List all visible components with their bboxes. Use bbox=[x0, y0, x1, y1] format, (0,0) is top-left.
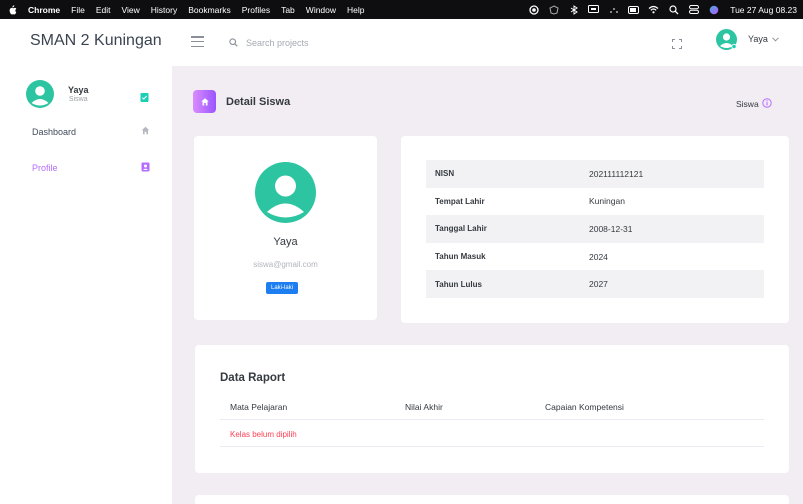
top-navbar: SMAN 2 Kuningan Yaya bbox=[0, 19, 803, 66]
search-icon bbox=[229, 34, 238, 52]
info-key: Tanggal Lahir bbox=[426, 215, 589, 243]
empty-class-message: Kelas belum dipilih bbox=[230, 430, 297, 439]
breadcrumb[interactable]: Siswa bbox=[736, 98, 772, 110]
info-key: NISN bbox=[426, 160, 589, 188]
sidebar-avatar-icon bbox=[26, 80, 54, 108]
student-profile-card: Yaya siswa@gmail.com Laki-laki bbox=[194, 136, 377, 320]
home-icon bbox=[141, 126, 150, 137]
bluetooth-icon[interactable] bbox=[568, 4, 579, 15]
mac-menu-bar: Chrome File Edit View History Bookmarks … bbox=[0, 0, 803, 19]
info-key: Tempat Lahir bbox=[435, 196, 485, 206]
gender-badge: Laki-laki bbox=[266, 282, 299, 294]
info-value: 2027 bbox=[589, 270, 764, 298]
user-avatar-icon[interactable] bbox=[716, 29, 737, 50]
menu-chrome[interactable]: Chrome bbox=[28, 5, 60, 15]
control-center-icon[interactable] bbox=[688, 5, 699, 15]
wifi-icon[interactable] bbox=[648, 5, 659, 15]
screen-icon[interactable] bbox=[588, 5, 600, 15]
student-info-table: NISN 202111112121 Tempat Lahir Kuningan … bbox=[426, 160, 764, 298]
raport-title: Data Raport bbox=[220, 372, 286, 384]
vpn-icon[interactable] bbox=[548, 4, 559, 15]
sidebar-item-label: Profile bbox=[32, 163, 58, 173]
sidebar-item-profile[interactable]: Profile bbox=[32, 162, 150, 174]
table-row: Tahun Lulus 2027 bbox=[426, 270, 764, 298]
menu-toggle-icon[interactable] bbox=[191, 36, 204, 47]
home-icon bbox=[193, 90, 216, 113]
menubar-status-area: Tue 27 Aug 08.23 bbox=[528, 0, 797, 19]
info-value: 2008-12-31 bbox=[589, 215, 764, 243]
info-key: Tahun Masuk bbox=[435, 252, 486, 262]
bookmark-check-icon bbox=[140, 89, 149, 102]
column-header-subject: Mata Pelajaran bbox=[230, 402, 288, 412]
menu-bookmarks[interactable]: Bookmarks bbox=[188, 5, 231, 15]
page-title: Detail Siswa bbox=[226, 95, 291, 108]
battery-icon[interactable] bbox=[628, 5, 640, 15]
menu-profiles[interactable]: Profiles bbox=[242, 5, 270, 15]
table-row: Tahun Masuk 2024 bbox=[426, 243, 764, 271]
student-info-card: NISN 202111112121 Tempat Lahir Kuningan … bbox=[401, 136, 789, 323]
menu-file[interactable]: File bbox=[71, 5, 85, 15]
siri-icon[interactable] bbox=[708, 5, 719, 15]
chevron-down-icon bbox=[772, 34, 779, 44]
dots-icon[interactable] bbox=[608, 5, 619, 15]
sidebar: Yaya Siswa Dashboard Profile bbox=[0, 66, 172, 504]
sidebar-profile-text: Yaya Siswa bbox=[68, 85, 89, 103]
table-row: NISN 202111112121 bbox=[426, 160, 764, 188]
search-bar bbox=[229, 34, 406, 52]
user-menu-toggle[interactable]: Yaya bbox=[748, 34, 779, 44]
student-name: Yaya bbox=[273, 236, 298, 248]
record-icon[interactable] bbox=[528, 4, 539, 15]
column-header-final-score: Nilai Akhir bbox=[405, 402, 443, 412]
user-name: Yaya bbox=[748, 34, 768, 44]
student-avatar-icon bbox=[255, 162, 316, 223]
column-header-competency: Capaian Kompetensi bbox=[545, 402, 624, 412]
menu-history[interactable]: History bbox=[151, 5, 177, 15]
sidebar-profile[interactable]: Yaya Siswa bbox=[26, 80, 149, 108]
menu-edit[interactable]: Edit bbox=[96, 5, 111, 15]
info-value: Kuningan bbox=[589, 196, 625, 207]
raport-table-header: Mata Pelajaran Nilai Akhir Capaian Kompe… bbox=[220, 398, 764, 420]
info-value: 202111112121 bbox=[589, 160, 764, 188]
sidebar-item-dashboard[interactable]: Dashboard bbox=[32, 126, 150, 137]
bottom-card bbox=[195, 495, 789, 504]
menubar-clock[interactable]: Tue 27 Aug 08.23 bbox=[730, 5, 797, 15]
info-value: 2024 bbox=[589, 251, 608, 262]
sidebar-profile-role: Siswa bbox=[68, 96, 88, 103]
sidebar-profile-name: Yaya bbox=[68, 85, 89, 95]
table-row: Tempat Lahir Kuningan bbox=[426, 188, 764, 216]
search-input[interactable] bbox=[246, 38, 406, 48]
info-circle-icon bbox=[761, 98, 772, 110]
info-key: Tahun Lulus bbox=[426, 270, 589, 298]
brand-logo-text[interactable]: SMAN 2 Kuningan bbox=[30, 32, 162, 50]
fullscreen-icon[interactable] bbox=[672, 36, 682, 49]
menu-view[interactable]: View bbox=[121, 5, 139, 15]
spotlight-icon[interactable] bbox=[668, 4, 679, 15]
breadcrumb-label: Siswa bbox=[736, 99, 759, 109]
contact-card-icon bbox=[141, 162, 150, 174]
sidebar-item-label: Dashboard bbox=[32, 126, 77, 137]
table-row: Tanggal Lahir 2008-12-31 bbox=[426, 215, 764, 243]
raport-card: Data Raport Mata Pelajaran Nilai Akhir C… bbox=[195, 345, 789, 473]
apple-icon[interactable] bbox=[8, 4, 18, 15]
page-header: Detail Siswa bbox=[193, 90, 290, 113]
menu-window[interactable]: Window bbox=[306, 5, 336, 15]
table-row: Kelas belum dipilih bbox=[220, 421, 764, 447]
student-email: siswa@gmail.com bbox=[253, 260, 318, 269]
menu-tab[interactable]: Tab bbox=[281, 5, 295, 15]
menu-help[interactable]: Help bbox=[347, 5, 364, 15]
